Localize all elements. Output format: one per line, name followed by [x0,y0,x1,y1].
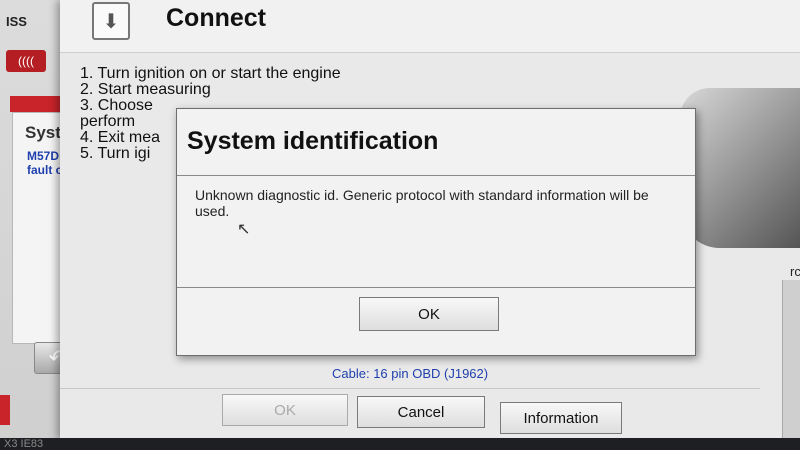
side-list-item[interactable]: fault c [27,163,62,177]
ok-button-disabled: OK [222,394,348,426]
brand-logo-icon: (((( [6,50,46,72]
connect-device-icon: ⬇ [92,2,130,40]
dialog-ok-button[interactable]: OK [359,297,499,331]
footer-divider [60,388,760,389]
mouse-cursor-icon: ↖ [237,221,251,238]
cancel-button[interactable]: Cancel [357,396,485,428]
dialog-message: Unknown diagnostic id. Generic protocol … [195,187,649,219]
app-abbrev-label: ISS [6,14,27,29]
truncated-label: rc [790,264,800,279]
dialog-divider [177,287,695,288]
side-list-item[interactable]: M57D [27,149,59,163]
red-side-tab[interactable] [0,395,10,425]
diagnostic-device-image [680,88,800,248]
instruction-step: 1. Turn ignition on or start the engine [80,65,341,82]
dialog-title-bar: System identification [177,109,695,176]
connect-header: ⬇ Connect [60,0,800,53]
cable-info-text: Cable: 16 pin OBD (J1962) [332,366,489,381]
connect-title: Connect [166,4,266,32]
information-button[interactable]: Information [500,402,622,434]
system-identification-dialog: System identification Unknown diagnostic… [176,108,696,356]
bottom-status-bar: X3 IE83 [0,438,800,450]
dialog-title: System identification [187,127,439,155]
right-edge-panel [782,280,800,440]
instruction-step: 2. Start measuring [80,81,211,98]
side-panel-title: Syst [25,123,61,142]
